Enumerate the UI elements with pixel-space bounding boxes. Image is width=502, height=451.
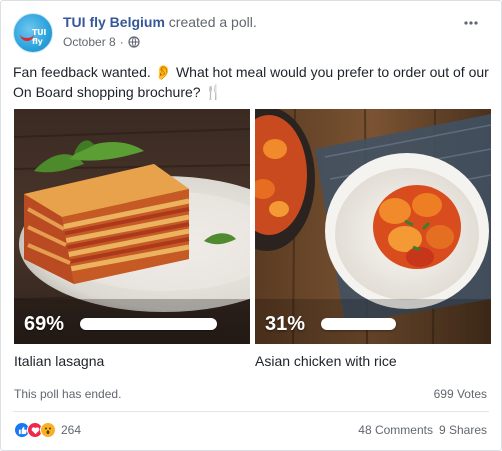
poll-option-lasagna[interactable]: 69%: [14, 109, 250, 344]
post-message: Fan feedback wanted. 👂 What hot meal wou…: [13, 64, 489, 100]
reaction-count: 264: [61, 423, 82, 437]
author-action-text: created a poll.: [168, 14, 257, 30]
poll-option-percent: 31%: [265, 313, 306, 335]
engagement-stats: 48 Comments 9 Shares: [358, 423, 487, 437]
wow-icon: [40, 422, 56, 438]
post-card: TUI fly TUI fly Belgium created a poll. …: [0, 0, 502, 451]
globe-icon[interactable]: [128, 36, 140, 48]
meta-separator: ·: [119, 35, 124, 49]
author-line: TUI fly Belgium created a poll.: [63, 14, 257, 30]
poll-option-label[interactable]: Asian chicken with rice: [255, 353, 397, 369]
poll-result-bar: [321, 318, 396, 330]
author-name-link[interactable]: TUI fly Belgium: [63, 14, 165, 30]
reactions-summary[interactable]: 264: [14, 421, 81, 439]
poll-option-label[interactable]: Italian lasagna: [14, 353, 104, 369]
shares-count-link[interactable]: 9 Shares: [439, 423, 487, 437]
poll-status-text: This poll has ended.: [14, 387, 122, 401]
lasagna-photo: [14, 109, 250, 344]
poll-option-chicken-rice[interactable]: 31%: [255, 109, 491, 344]
comments-count-link[interactable]: 48 Comments: [358, 423, 433, 437]
post-date-link[interactable]: October 8: [63, 35, 116, 49]
divider: [13, 411, 489, 412]
more-options-icon[interactable]: [463, 17, 479, 29]
poll-option-percent: 69%: [24, 313, 65, 335]
vote-count-link[interactable]: 699 Votes: [434, 387, 487, 401]
avatar-brand-text: TUI fly: [32, 28, 47, 46]
chicken-rice-photo: [255, 109, 491, 344]
post-header: TUI fly TUI fly Belgium created a poll. …: [13, 13, 483, 55]
post-meta: October 8 ·: [63, 35, 140, 49]
page-avatar[interactable]: TUI fly: [13, 13, 53, 53]
poll-result-bar: [80, 318, 217, 330]
